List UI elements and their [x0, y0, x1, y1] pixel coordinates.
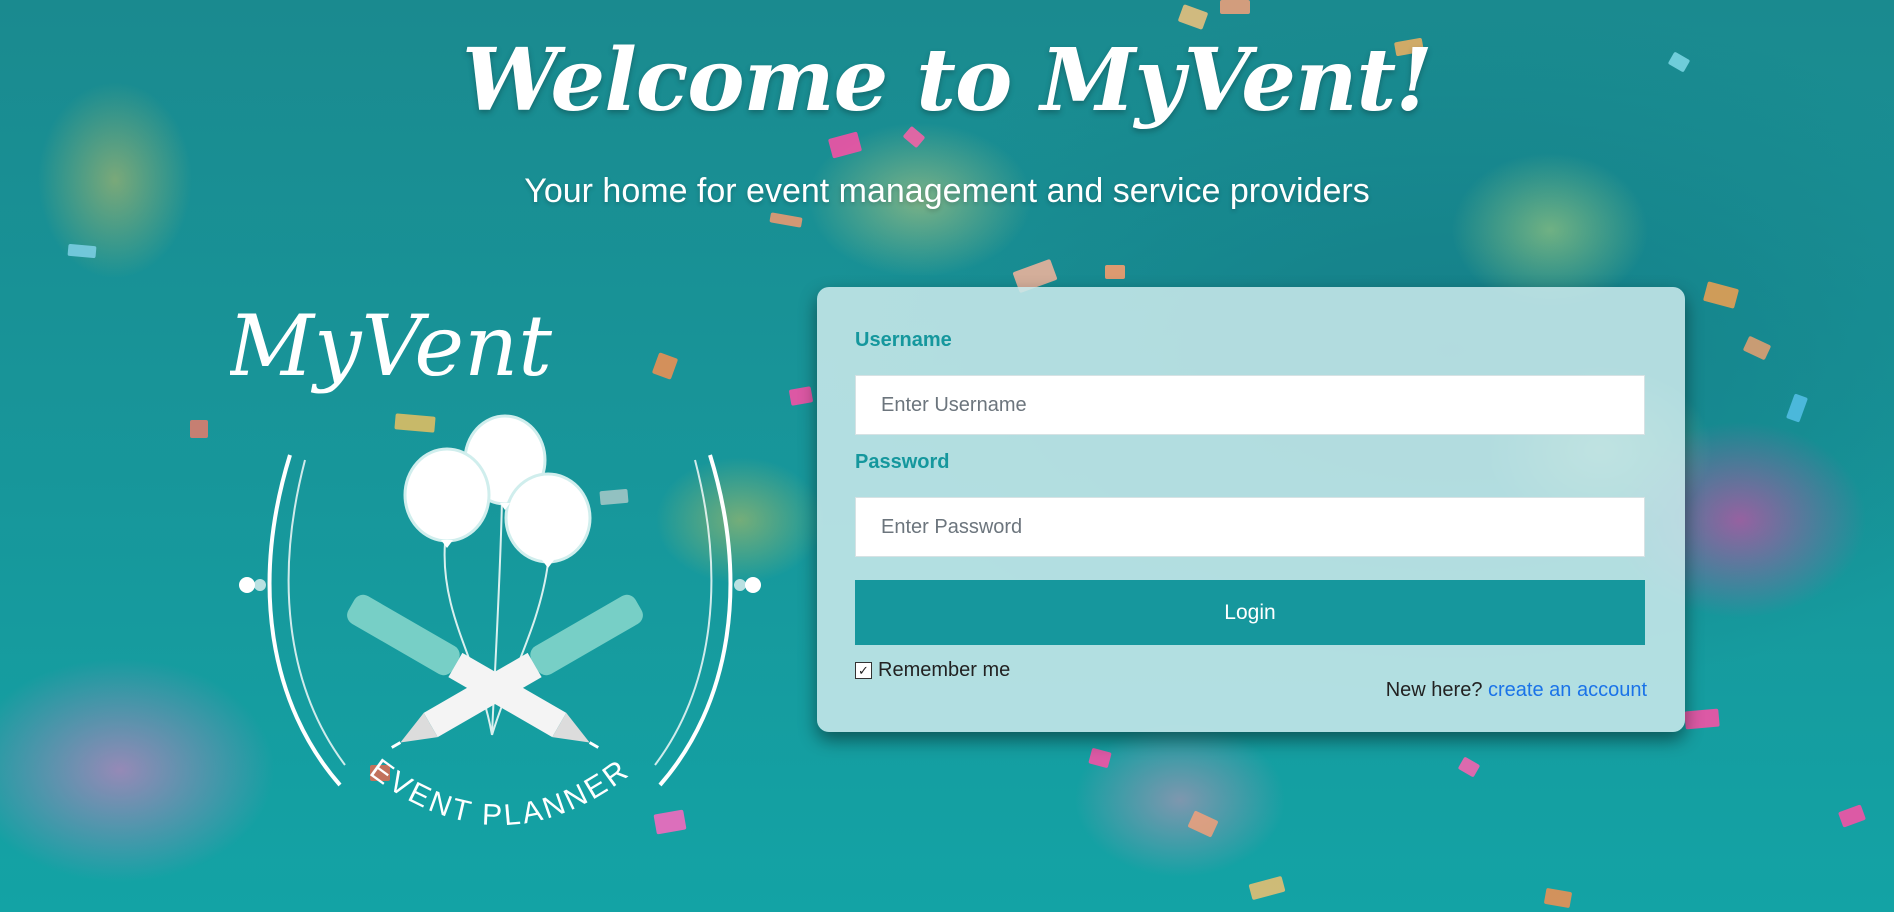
page-subtitle: Your home for event management and servi…	[524, 172, 1370, 210]
svg-text:EVENT PLANNER: EVENT PLANNER	[364, 753, 636, 833]
login-button[interactable]: Login	[855, 580, 1645, 645]
create-account-link[interactable]: create an account	[1488, 679, 1647, 701]
myvent-logo: MyVent EVENT PLANNER	[230, 297, 761, 833]
username-input[interactable]	[855, 375, 1645, 435]
new-here-text: New here?	[1385, 679, 1483, 701]
logo-brand-text: MyVent	[230, 297, 552, 395]
login-form: Username Password Login ✓ Remember me Ne…	[817, 287, 1685, 732]
password-input[interactable]	[855, 497, 1645, 557]
remember-me-label: Remember me	[878, 659, 1011, 681]
page-title: Welcome to MyVent!	[461, 30, 1433, 131]
pen-icon	[347, 594, 643, 749]
remember-me[interactable]: ✓ Remember me	[855, 659, 1010, 682]
checkbox-checked-icon[interactable]: ✓	[855, 662, 872, 679]
logo-tagline: EVENT PLANNER	[364, 753, 633, 833]
username-label: Username	[855, 329, 952, 351]
signup-prompt: New here? create an account	[1386, 679, 1647, 702]
password-label: Password	[855, 451, 950, 473]
balloon-icon	[403, 414, 592, 568]
